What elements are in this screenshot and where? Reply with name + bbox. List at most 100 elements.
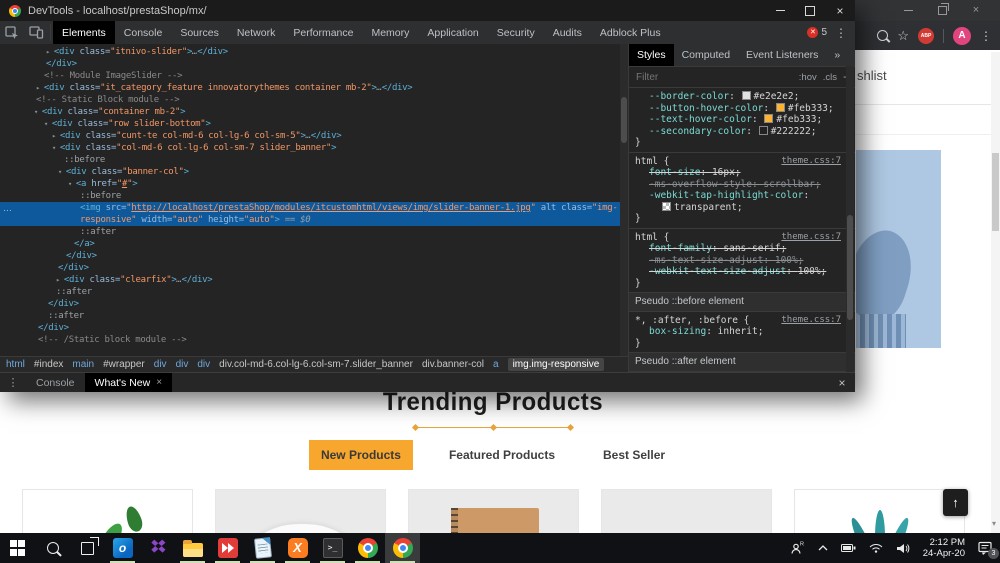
tree-line[interactable]: ::after bbox=[0, 286, 620, 298]
tree-line[interactable]: </div> bbox=[0, 250, 620, 262]
breadcrumb-item-div[interactable]: div bbox=[197, 359, 210, 370]
breadcrumb-item-html[interactable]: html bbox=[6, 359, 25, 370]
breadcrumb-item-wrapper[interactable]: #wrapper bbox=[103, 359, 145, 370]
twisty-icon[interactable]: ▸ bbox=[46, 48, 54, 56]
styles-tab-styles[interactable]: Styles bbox=[629, 44, 674, 66]
devtools-tab-elements[interactable]: Elements bbox=[53, 21, 115, 44]
styles-scrollbar-thumb[interactable] bbox=[847, 215, 853, 320]
devtools-minimize-button[interactable] bbox=[765, 0, 795, 21]
styles-tab-event-listeners[interactable]: Event Listeners bbox=[738, 44, 826, 66]
devtools-menu-icon[interactable]: ⋮ bbox=[835, 26, 847, 40]
tree-line[interactable]: ::before bbox=[0, 154, 620, 166]
red-media-app-icon[interactable] bbox=[210, 533, 245, 563]
css-property-value[interactable]: transparent; bbox=[635, 201, 841, 214]
inspect-element-icon[interactable] bbox=[0, 21, 24, 44]
tree-line[interactable]: ▾ <div class="banner-col"> bbox=[0, 166, 620, 178]
css-property[interactable]: --secondary-color: #222222; bbox=[635, 125, 841, 138]
outlook-icon[interactable]: o bbox=[105, 533, 140, 563]
devtools-close-button[interactable]: × bbox=[825, 0, 855, 21]
chrome-icon[interactable] bbox=[350, 533, 385, 563]
tree-line[interactable]: </div> bbox=[0, 262, 620, 274]
tree-line[interactable]: ▾ <a href="#"> bbox=[0, 178, 620, 190]
browser-restore-button[interactable] bbox=[936, 3, 949, 17]
bookmark-star-icon[interactable]: ☆ bbox=[897, 29, 909, 42]
task-view-icon[interactable] bbox=[70, 533, 105, 563]
css-property[interactable]: box-sizing: inherit; bbox=[635, 326, 841, 338]
devtools-tab-sources[interactable]: Sources bbox=[171, 21, 228, 44]
tree-line[interactable]: <!-- Static Block module --> bbox=[0, 94, 620, 106]
drawer-menu-icon[interactable]: ⋮ bbox=[0, 373, 26, 392]
people-icon[interactable]: R bbox=[790, 541, 805, 555]
tree-line[interactable]: ::after bbox=[0, 226, 620, 238]
twisty-icon[interactable]: ▾ bbox=[34, 108, 42, 116]
wishlist-partial-text[interactable]: shlist bbox=[857, 68, 887, 83]
back-to-top-button[interactable]: ↑ bbox=[943, 489, 968, 516]
breadcrumb-item-div[interactable]: div bbox=[176, 359, 189, 370]
page-scrollbar-thumb[interactable] bbox=[992, 153, 999, 231]
rule-selector[interactable]: theme.css:7 html { bbox=[635, 156, 841, 168]
device-toolbar-icon[interactable] bbox=[24, 21, 48, 44]
hov-toggle[interactable]: :hov bbox=[799, 72, 817, 83]
adblock-plus-icon[interactable]: ABP bbox=[918, 27, 934, 44]
devtools-tab-console[interactable]: Console bbox=[115, 21, 172, 44]
devtools-tab-adblock-plus[interactable]: Adblock Plus bbox=[591, 21, 670, 44]
drawer-tab-console[interactable]: Console bbox=[26, 373, 85, 392]
css-property[interactable]: font-size: 16px; bbox=[635, 167, 841, 179]
color-swatch[interactable] bbox=[764, 114, 774, 123]
action-center-icon[interactable]: 3 bbox=[978, 541, 999, 559]
breadcrumb-item-img-img-responsive[interactable]: img.img-responsive bbox=[507, 358, 605, 371]
tree-line[interactable]: </div> bbox=[0, 322, 620, 334]
start-icon[interactable] bbox=[0, 533, 35, 563]
profile-avatar[interactable]: A bbox=[953, 26, 971, 45]
tree-line[interactable]: ▸ <div class="clearfix">…</div> bbox=[0, 274, 620, 286]
tab-close-icon[interactable]: × bbox=[156, 377, 162, 388]
twisty-icon[interactable]: ▾ bbox=[52, 144, 60, 152]
slider-banner-image[interactable] bbox=[856, 150, 941, 348]
twisty-icon[interactable]: ▾ bbox=[68, 180, 76, 188]
color-swatch[interactable] bbox=[758, 125, 768, 135]
devtools-tab-network[interactable]: Network bbox=[228, 21, 285, 44]
devtools-tab-application[interactable]: Application bbox=[418, 21, 487, 44]
css-property[interactable]: --border-color: #e2e2e2; bbox=[635, 91, 841, 103]
tree-line[interactable]: ▾ <div class="row slider-bottom"> bbox=[0, 118, 620, 130]
tree-line[interactable]: ▸ <div class="itnivo-slider">…</div> bbox=[0, 46, 620, 58]
browser-minimize-button[interactable] bbox=[902, 5, 914, 17]
styles-filter-input[interactable] bbox=[634, 70, 793, 84]
cls-toggle[interactable]: .cls bbox=[823, 72, 837, 83]
twisty-icon[interactable]: ▸ bbox=[56, 276, 64, 284]
elements-scrollbar[interactable] bbox=[620, 44, 628, 356]
devtools-tab-audits[interactable]: Audits bbox=[544, 21, 591, 44]
color-swatch[interactable] bbox=[775, 102, 785, 112]
breadcrumb-item-index[interactable]: #index bbox=[34, 359, 63, 370]
breadcrumb-item-div[interactable]: div bbox=[154, 359, 167, 370]
page-scrollbar[interactable] bbox=[991, 52, 1000, 533]
tree-line[interactable]: ▾ <div class="container mb-2"> bbox=[0, 106, 620, 118]
battery-icon[interactable] bbox=[840, 544, 856, 552]
css-property[interactable]: -ms-overflow-style: scrollbar; bbox=[635, 179, 841, 191]
styles-tab-computed[interactable]: Computed bbox=[674, 44, 738, 66]
tree-line[interactable]: ▸ <div class="it_category_feature innova… bbox=[0, 82, 620, 94]
breadcrumb-item-div-banner-col[interactable]: div.banner-col bbox=[422, 359, 484, 370]
stylesheet-link[interactable]: theme.css:7 bbox=[781, 232, 841, 244]
breadcrumb-item-div-col-md-6-col-lg-6-col-sm-7-slider-banner[interactable]: div.col-md-6.col-lg-6.col-sm-7.slider_ba… bbox=[219, 359, 413, 370]
css-property[interactable]: font-family: sans-serif; bbox=[635, 243, 841, 255]
twisty-icon[interactable]: ▸ bbox=[52, 132, 60, 140]
breadcrumb-item-a[interactable]: a bbox=[493, 359, 499, 370]
product-tab-featured-products[interactable]: Featured Products bbox=[437, 440, 567, 470]
hidden-icons-chevron-icon[interactable] bbox=[818, 545, 828, 551]
css-property[interactable]: -webkit-text-size-adjust: 100%; bbox=[635, 266, 841, 278]
rule-selector[interactable]: theme.css:7 *, :after, :before { bbox=[635, 315, 841, 327]
wifi-icon[interactable] bbox=[869, 543, 883, 553]
zoom-icon[interactable] bbox=[877, 30, 889, 41]
scrollbar-down-arrow-icon[interactable]: ▾ bbox=[992, 519, 996, 528]
twisty-icon[interactable]: ▾ bbox=[44, 120, 52, 128]
tree-line[interactable]: ::before bbox=[0, 190, 620, 202]
tree-line[interactable]: ▸ <div class="cunt-te col-md-6 col-lg-6 … bbox=[0, 130, 620, 142]
tree-line[interactable]: ▾ <div class="col-md-6 col-lg-6 col-sm-7… bbox=[0, 142, 620, 154]
chrome-active-icon[interactable] bbox=[385, 533, 420, 563]
notepad-icon[interactable] bbox=[245, 533, 280, 563]
xampp-icon[interactable]: X bbox=[280, 533, 315, 563]
color-swatch[interactable] bbox=[741, 91, 751, 100]
rule-selector[interactable]: theme.css:7 html { bbox=[635, 232, 841, 244]
devtools-tab-performance[interactable]: Performance bbox=[284, 21, 362, 44]
